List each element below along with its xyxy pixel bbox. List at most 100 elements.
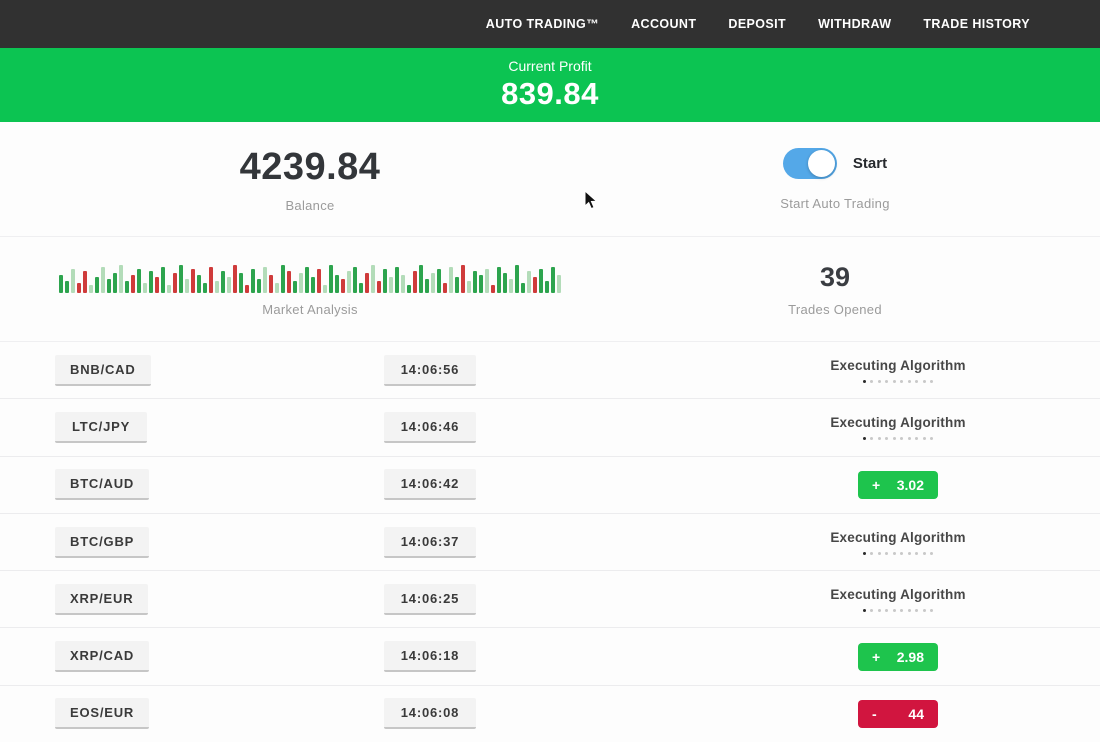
candle-bar bbox=[491, 285, 495, 293]
candle-bar bbox=[359, 283, 363, 293]
progress-dots bbox=[863, 609, 934, 612]
progress-dot bbox=[893, 552, 896, 555]
candle-bar bbox=[149, 271, 153, 293]
candle-bar bbox=[335, 275, 339, 293]
candle-bar bbox=[83, 271, 87, 293]
progress-dot bbox=[878, 437, 881, 440]
nav-item-account[interactable]: ACCOUNT bbox=[631, 17, 696, 31]
candle-bar bbox=[401, 275, 405, 293]
candle-bar bbox=[65, 281, 69, 293]
progress-dot bbox=[923, 609, 926, 612]
trade-row: EOS/EUR14:06:08-44 bbox=[0, 686, 1100, 742]
candle-bar bbox=[215, 281, 219, 293]
candle-bar bbox=[449, 267, 453, 293]
auto-trading-toggle[interactable] bbox=[783, 148, 837, 179]
current-profit-label: Current Profit bbox=[508, 58, 591, 74]
progress-dot bbox=[900, 380, 903, 383]
executing-algorithm-label: Executing Algorithm bbox=[830, 587, 965, 602]
balance-section: 4239.84 Balance Start Start Auto Trading bbox=[0, 122, 1100, 236]
candle-bar bbox=[503, 273, 507, 293]
progress-dot bbox=[908, 552, 911, 555]
progress-dots bbox=[863, 437, 934, 440]
executing-algorithm-label: Executing Algorithm bbox=[830, 530, 965, 545]
candle-bar bbox=[509, 279, 513, 293]
candle-bar bbox=[137, 269, 141, 293]
market-analysis-chart bbox=[59, 261, 561, 293]
candle-bar bbox=[365, 273, 369, 293]
trade-row: BTC/AUD14:06:42+3.02 bbox=[0, 457, 1100, 514]
candle-bar bbox=[305, 267, 309, 293]
candle-bar bbox=[185, 279, 189, 293]
trade-pair-badge: BNB/CAD bbox=[55, 355, 151, 386]
trade-result-sign: - bbox=[872, 706, 877, 722]
progress-dot bbox=[915, 437, 918, 440]
candle-bar bbox=[275, 283, 279, 293]
nav-menu: AUTO TRADING™ ACCOUNT DEPOSIT WITHDRAW TRADE… bbox=[454, 17, 1030, 31]
candle-bar bbox=[227, 277, 231, 293]
candle-bar bbox=[209, 267, 213, 293]
progress-dot bbox=[923, 380, 926, 383]
candle-bar bbox=[125, 281, 129, 293]
trade-time-badge: 14:06:46 bbox=[384, 412, 476, 443]
progress-dots bbox=[863, 552, 934, 555]
candle-bar bbox=[143, 283, 147, 293]
progress-dot bbox=[870, 552, 873, 555]
nav-item-deposit[interactable]: DEPOSIT bbox=[728, 17, 786, 31]
progress-dot bbox=[885, 437, 888, 440]
candle-bar bbox=[497, 267, 501, 293]
current-profit-banner: Current Profit 839.84 bbox=[0, 48, 1100, 122]
trade-row: LTC/JPY 14:06:46 Executing Algorithm bbox=[0, 399, 1100, 456]
candle-bar bbox=[203, 283, 207, 293]
candle-bar bbox=[341, 279, 345, 293]
progress-dot bbox=[863, 609, 866, 612]
candle-bar bbox=[371, 265, 375, 293]
trade-pair-badge: LTC/JPY bbox=[55, 412, 147, 443]
progress-dot bbox=[870, 437, 873, 440]
candle-bar bbox=[245, 285, 249, 293]
candle-bar bbox=[119, 265, 123, 293]
trade-result-sign: + bbox=[872, 477, 880, 493]
candle-bar bbox=[77, 283, 81, 293]
progress-dot bbox=[900, 552, 903, 555]
progress-dot bbox=[915, 609, 918, 612]
trade-time-badge: 14:06:18 bbox=[384, 641, 476, 672]
candle-bar bbox=[461, 265, 465, 293]
executing-algorithm-status: Executing Algorithm bbox=[830, 587, 965, 612]
trade-time-badge: 14:06:42 bbox=[384, 469, 476, 500]
trade-result-sign: + bbox=[872, 649, 880, 665]
trade-row: BTC/GBP14:06:37Executing Algorithm bbox=[0, 514, 1100, 571]
candle-bar bbox=[533, 277, 537, 293]
candle-bar bbox=[395, 267, 399, 293]
candle-bar bbox=[179, 265, 183, 293]
trade-row: XRP/EUR14:06:25Executing Algorithm bbox=[0, 571, 1100, 628]
candle-bar bbox=[389, 277, 393, 293]
progress-dot bbox=[923, 552, 926, 555]
trade-time-badge: 14:06:08 bbox=[384, 698, 476, 729]
progress-dot bbox=[885, 609, 888, 612]
progress-dot bbox=[908, 380, 911, 383]
executing-algorithm-status: Executing Algorithm bbox=[830, 358, 965, 383]
market-analysis-label: Market Analysis bbox=[262, 302, 358, 317]
candle-bar bbox=[527, 271, 531, 293]
candle-bar bbox=[233, 265, 237, 293]
nav-item-auto-trading[interactable]: AUTO TRADING™ bbox=[486, 17, 599, 31]
candle-bar bbox=[311, 277, 315, 293]
candle-bar bbox=[281, 265, 285, 293]
progress-dot bbox=[908, 437, 911, 440]
candle-bar bbox=[317, 269, 321, 293]
candle-bar bbox=[419, 265, 423, 293]
candle-bar bbox=[485, 269, 489, 293]
nav-item-withdraw[interactable]: WITHDRAW bbox=[818, 17, 891, 31]
candle-bar bbox=[173, 273, 177, 293]
progress-dot bbox=[908, 609, 911, 612]
trades-list: BNB/CAD14:06:56Executing AlgorithmLTC/JP… bbox=[0, 341, 1100, 742]
executing-algorithm-label: Executing Algorithm bbox=[830, 415, 965, 430]
progress-dot bbox=[930, 609, 933, 612]
candle-bar bbox=[251, 269, 255, 293]
candle-bar bbox=[539, 269, 543, 293]
nav-item-trade-history[interactable]: TRADE HISTORY bbox=[923, 17, 1030, 31]
candle-bar bbox=[161, 267, 165, 293]
candle-bar bbox=[431, 273, 435, 293]
candle-bar bbox=[443, 283, 447, 293]
trade-pair-badge: EOS/EUR bbox=[55, 698, 149, 729]
